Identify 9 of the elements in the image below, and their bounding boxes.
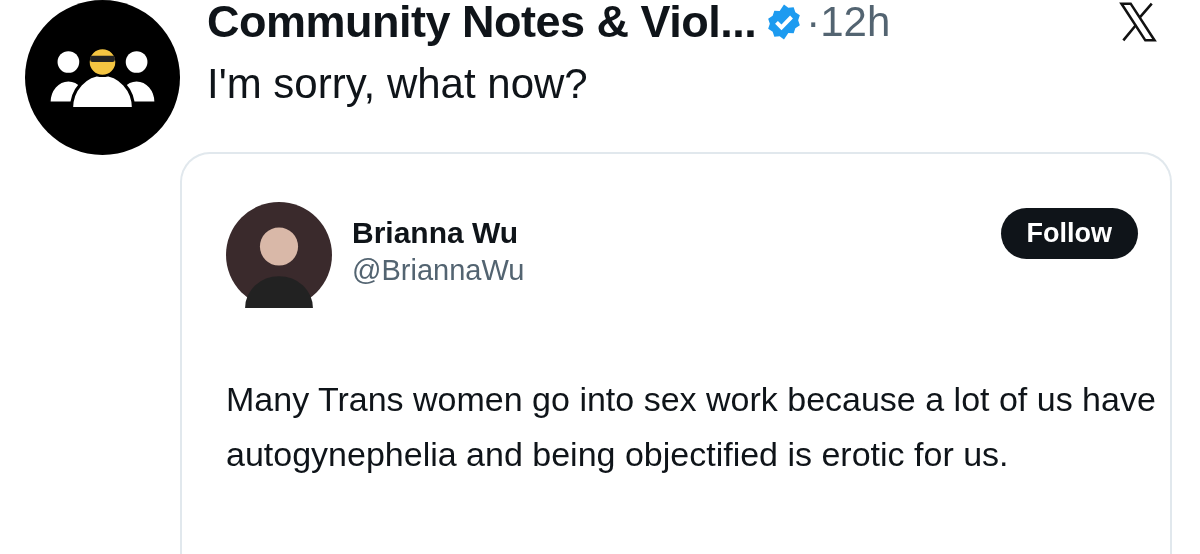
quoted-post-text: Many Trans women go into sex work because a lot of us have autogynephelia and being objectified is erotic for us.: [226, 379, 1156, 475]
quoted-post-card[interactable]: Brianna Wu @BriannaWu Follow Many Trans women go into sex work because a lot of us have autogynephelia and being objectified is erotic for us.: [180, 152, 1172, 554]
x-logo-icon: [1116, 0, 1160, 44]
quoted-author-handle[interactable]: @BriannaWu: [352, 254, 525, 287]
follow-button[interactable]: Follow: [1000, 208, 1138, 259]
author-name[interactable]: Community Notes & Viol...: [207, 0, 757, 48]
quoted-author-name[interactable]: Brianna Wu: [352, 216, 519, 250]
post-text: I'm sorry, what now?: [207, 60, 589, 108]
post-time: ·12h: [806, 0, 891, 46]
